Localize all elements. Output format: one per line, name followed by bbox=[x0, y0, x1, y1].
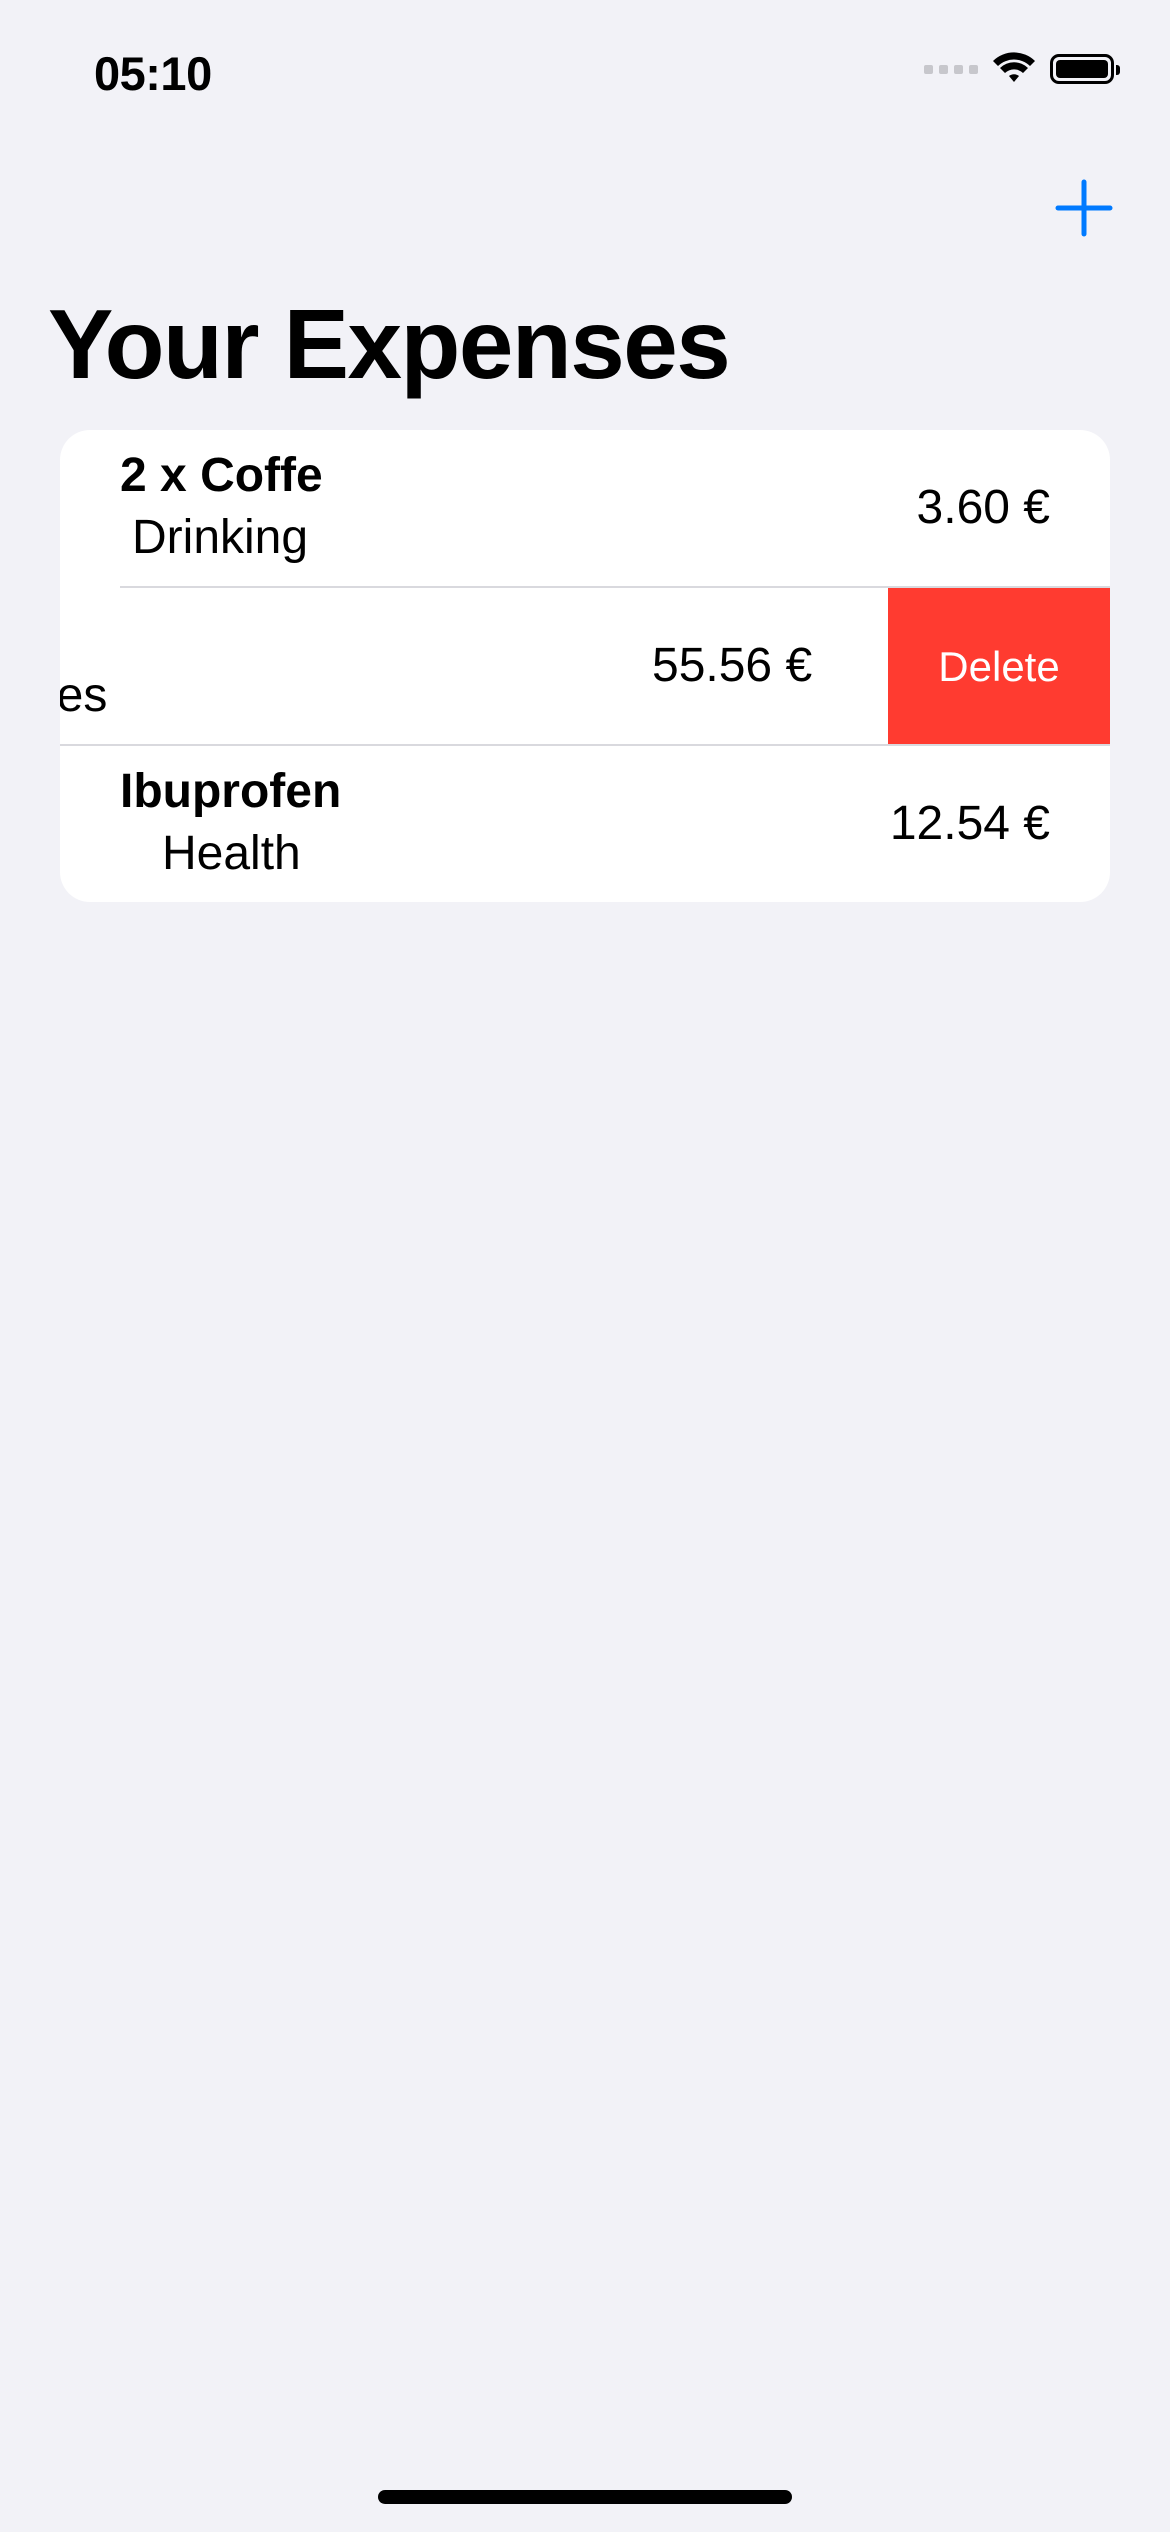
plus-icon bbox=[1055, 179, 1113, 237]
cellular-signal-icon bbox=[924, 64, 978, 74]
delete-button[interactable]: Delete bbox=[888, 588, 1110, 745]
list-item[interactable]: 2 x Coffe Drinking 3.60 € bbox=[60, 430, 1110, 587]
list-item[interactable]: Ibuprofen Health 12.54 € bbox=[60, 746, 1110, 902]
expense-category: Health bbox=[162, 827, 301, 880]
status-indicators bbox=[924, 52, 1120, 86]
add-expense-button[interactable] bbox=[1054, 178, 1114, 238]
expense-list: 2 x Coffe Drinking 3.60 € ies 55.56 € De… bbox=[60, 430, 1110, 902]
expense-name: Ibuprofen bbox=[120, 765, 342, 818]
expense-name: 2 x Coffe bbox=[120, 449, 323, 502]
expense-amount: 3.60 € bbox=[916, 481, 1050, 534]
status-time: 05:10 bbox=[94, 47, 212, 100]
expense-category: ies bbox=[60, 669, 108, 722]
expense-amount: 55.56 € bbox=[652, 639, 813, 692]
home-indicator[interactable] bbox=[378, 2490, 792, 2504]
battery-icon bbox=[1050, 54, 1120, 84]
list-item-swiped[interactable]: ies 55.56 € Delete bbox=[60, 588, 1110, 745]
wifi-icon bbox=[993, 52, 1035, 82]
expense-amount: 12.54 € bbox=[889, 797, 1050, 850]
expense-category: Drinking bbox=[132, 511, 309, 564]
page-title: Your Expenses bbox=[48, 289, 731, 399]
